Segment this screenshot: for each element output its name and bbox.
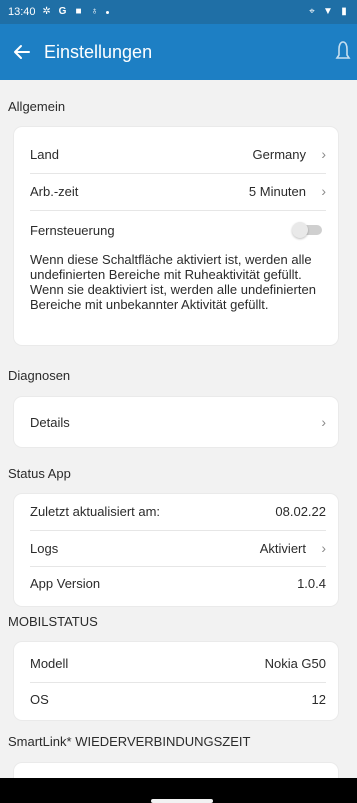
back-button[interactable] bbox=[0, 24, 44, 80]
wifi-icon: ▼ bbox=[323, 6, 333, 17]
chevron-right-icon: › bbox=[321, 146, 326, 162]
back-arrow-icon bbox=[14, 45, 30, 59]
g-icon: G bbox=[58, 6, 67, 17]
updated-label: Zuletzt aktualisiert am: bbox=[30, 503, 161, 519]
remote-toggle[interactable] bbox=[292, 222, 326, 238]
system-nav-bar bbox=[0, 778, 357, 803]
app-bar: Einstellungen bbox=[0, 24, 357, 80]
location-icon: ⌖ bbox=[309, 6, 315, 17]
smartlink-card bbox=[14, 763, 338, 778]
land-row[interactable]: Land Germany › bbox=[30, 137, 326, 171]
battery-icon: ▮ bbox=[341, 6, 347, 17]
os-row: OS 12 bbox=[30, 682, 326, 716]
remote-row: Fernsteuerung bbox=[30, 213, 326, 247]
section-title-status-app: Status App bbox=[8, 466, 71, 481]
section-title-diagnostics: Diagnosen bbox=[8, 368, 71, 383]
diagnostics-card: Details › bbox=[14, 397, 338, 447]
status-bar: 13:40 ✲ G ■ ♁ ⌖ ▼ ▮ bbox=[0, 0, 357, 24]
dot-icon bbox=[105, 10, 109, 14]
os-value: 12 bbox=[311, 691, 326, 707]
home-gesture-pill[interactable] bbox=[151, 799, 213, 803]
divider bbox=[30, 210, 326, 211]
section-title-mobile: MOBILSTATUS bbox=[8, 614, 98, 629]
logs-label: Logs bbox=[30, 540, 59, 556]
logs-row[interactable]: Logs Aktiviert › bbox=[30, 531, 326, 565]
status-app-card: Zuletzt aktualisiert am: 08.02.22 Logs A… bbox=[14, 494, 338, 606]
bell-icon[interactable] bbox=[335, 40, 351, 62]
updated-row: Zuletzt aktualisiert am: 08.02.22 bbox=[30, 494, 326, 528]
version-row: App Version 1.0.4 bbox=[30, 566, 326, 600]
details-row[interactable]: Details › bbox=[30, 405, 326, 439]
version-label: App Version bbox=[30, 575, 101, 591]
logs-value: Aktiviert bbox=[259, 540, 306, 556]
details-label: Details bbox=[30, 414, 70, 430]
arbzeit-label: Arb.-zeit bbox=[30, 183, 79, 199]
section-title-general: Allgemein bbox=[8, 99, 66, 114]
model-value: Nokia G50 bbox=[264, 655, 326, 671]
general-card: Land Germany › Arb.-zeit 5 Minuten › Fer… bbox=[14, 127, 338, 345]
chevron-right-icon: › bbox=[321, 540, 326, 556]
gear-icon: ✲ bbox=[42, 6, 51, 17]
status-right: ⌖ ▼ ▮ bbox=[307, 7, 349, 17]
remote-description: Wenn diese Schaltfläche aktiviert ist, w… bbox=[30, 252, 316, 312]
toggle-knob bbox=[292, 222, 308, 238]
remote-label: Fernsteuerung bbox=[30, 222, 115, 238]
land-value: Germany bbox=[252, 146, 306, 162]
os-label: OS bbox=[30, 691, 49, 707]
arbzeit-row[interactable]: Arb.-zeit 5 Minuten › bbox=[30, 174, 326, 208]
version-value: 1.0.4 bbox=[297, 575, 326, 591]
land-label: Land bbox=[30, 146, 59, 162]
section-title-smartlink: SmartLink* WIEDERVERBINDUNGSZEIT bbox=[8, 734, 251, 749]
page-title: Einstellungen bbox=[44, 41, 153, 62]
status-time: 13:40 bbox=[8, 6, 36, 18]
arbzeit-value: 5 Minuten bbox=[248, 183, 306, 199]
updated-value: 08.02.22 bbox=[275, 503, 326, 519]
mobile-card: Modell Nokia G50 OS 12 bbox=[14, 642, 338, 720]
chevron-right-icon: › bbox=[321, 183, 326, 199]
status-left: 13:40 ✲ G ■ ♁ bbox=[8, 6, 109, 18]
model-row: Modell Nokia G50 bbox=[30, 646, 326, 680]
square-icon: ■ bbox=[75, 6, 82, 17]
settings-content: Allgemein Land Germany › Arb.-zeit 5 Min… bbox=[0, 80, 357, 778]
person-icon: ♁ bbox=[90, 6, 99, 17]
model-label: Modell bbox=[30, 655, 69, 671]
chevron-right-icon: › bbox=[321, 414, 326, 430]
